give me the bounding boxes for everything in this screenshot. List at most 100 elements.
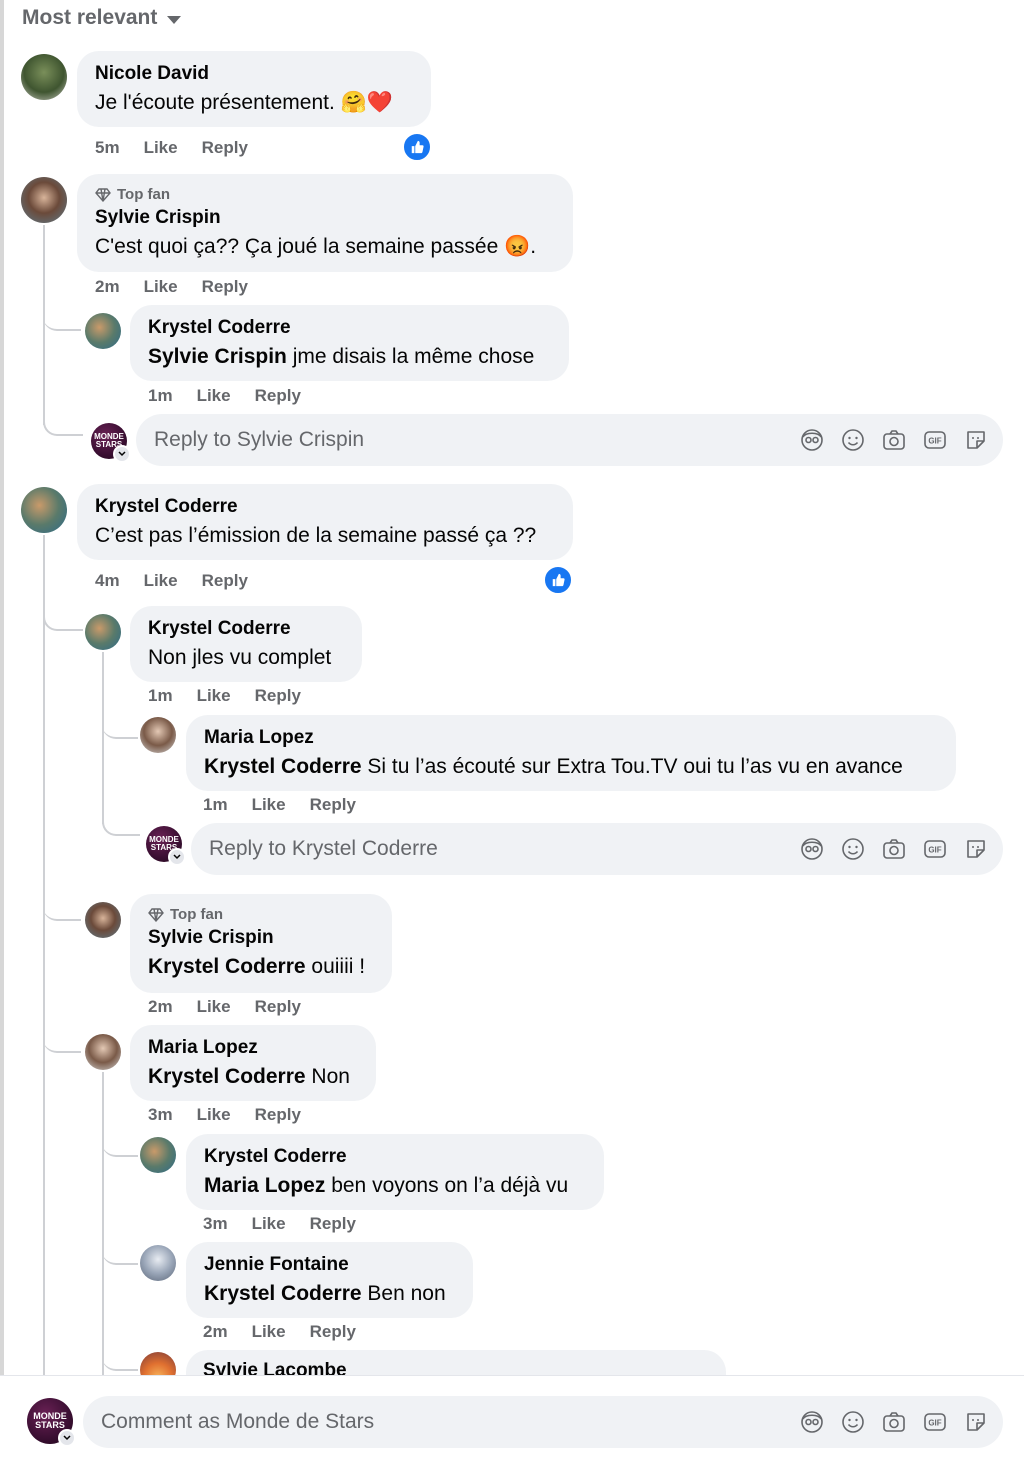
avatar-sticker-icon[interactable] [798,427,825,454]
thread-connector [102,1131,138,1157]
comment-input[interactable]: Comment as Monde de Stars GIF [83,1396,1003,1448]
reply-author[interactable]: Jennie Fontaine [204,1254,455,1276]
camera-icon[interactable] [880,836,907,863]
reply-author[interactable]: Sylvie Crispin [148,927,374,949]
mention-link[interactable]: Krystel Coderre [148,955,306,978]
reply-time[interactable]: 2m [148,997,173,1017]
reply-bubble: Top fan Sylvie Crispin Krystel Coderre o… [130,894,392,993]
thread-connector [43,895,81,921]
avatar[interactable] [85,614,121,650]
scroll-edge [0,0,4,1375]
gif-icon[interactable]: GIF [921,1409,948,1436]
like-button[interactable]: Like [144,571,178,591]
reply-bubble: Maria Lopez Krystel Coderre Si tu l’as é… [186,715,956,791]
reply-text: Maria Lopez ben voyons on l’a déjà vu [204,1174,586,1198]
like-button[interactable]: Like [197,386,231,406]
avatar[interactable] [21,487,67,533]
emoji-icon[interactable] [839,836,866,863]
sticker-icon[interactable] [962,836,989,863]
reply-time[interactable]: 3m [203,1214,228,1234]
avatar[interactable] [21,54,67,100]
reply-time[interactable]: 1m [148,686,173,706]
sticker-icon[interactable] [962,1409,989,1436]
mention-link[interactable]: Sylvie Crispin [148,345,287,368]
chevron-down-icon[interactable] [168,848,186,866]
reply-time[interactable]: 1m [148,386,173,406]
chevron-down-icon[interactable] [58,1429,76,1447]
reply-bubble: Krystel Coderre Maria Lopez ben voyons o… [186,1134,604,1210]
thread-connector [43,605,83,631]
avatar[interactable] [85,313,121,349]
thread-connector [43,1027,81,1053]
avatar[interactable] [85,1034,121,1070]
reply-author[interactable]: Maria Lopez [148,1037,358,1059]
sort-label: Most relevant [22,6,158,29]
reply-meta: 1m Like Reply [203,795,356,815]
reply-author[interactable]: Sylvie Lacombe [203,1360,347,1375]
reply-time[interactable]: 3m [148,1105,173,1125]
reply-button[interactable]: Reply [202,138,248,158]
reply-button[interactable]: Reply [255,386,301,406]
reply-input[interactable]: Reply to Krystel Coderre GIF [191,823,1003,875]
reply-author[interactable]: Maria Lopez [204,727,938,749]
like-button[interactable]: Like [197,686,231,706]
reply-input-placeholder: Reply to Krystel Coderre [209,837,438,860]
avatar[interactable] [140,1137,176,1173]
reply-meta: 1m Like Reply [148,386,301,406]
reply-button[interactable]: Reply [255,686,301,706]
comment-author[interactable]: Sylvie Crispin [95,207,555,229]
reply-button[interactable]: Reply [255,997,301,1017]
like-button[interactable]: Like [252,795,286,815]
camera-icon[interactable] [880,1409,907,1436]
avatar-sticker-icon[interactable] [798,836,825,863]
mention-link[interactable]: Krystel Coderre [204,1282,362,1305]
like-reaction-icon[interactable] [543,565,573,595]
reply-time[interactable]: 2m [203,1322,228,1342]
reply-author[interactable]: Krystel Coderre [148,618,344,640]
like-button[interactable]: Like [252,1322,286,1342]
avatar[interactable] [140,1245,176,1281]
emoji-icon[interactable] [839,1409,866,1436]
avatar[interactable] [85,902,121,938]
sort-dropdown[interactable]: Most relevant [22,6,182,30]
comment-author[interactable]: Krystel Coderre [95,496,555,518]
like-button[interactable]: Like [144,138,178,158]
top-fan-badge: Top fan [95,186,555,203]
comment-time[interactable]: 5m [95,138,120,158]
sticker-icon[interactable] [962,427,989,454]
like-reaction-icon[interactable] [402,132,432,162]
emoji-icon[interactable] [839,427,866,454]
reply-input[interactable]: Reply to Sylvie Crispin GIF [136,414,1003,466]
like-button[interactable]: Like [197,997,231,1017]
like-button[interactable]: Like [252,1214,286,1234]
reply-button[interactable]: Reply [310,1322,356,1342]
reply-author[interactable]: Krystel Coderre [204,1146,586,1168]
comment-time[interactable]: 2m [95,277,120,297]
reply-bubble: Krystel Coderre Non jles vu complet [130,606,362,682]
reply-button[interactable]: Reply [255,1105,301,1125]
reply-author[interactable]: Krystel Coderre [148,317,551,339]
mention-link[interactable]: Krystel Coderre [204,755,362,778]
avatar-sticker-icon[interactable] [798,1409,825,1436]
reply-time[interactable]: 1m [203,795,228,815]
avatar[interactable] [21,177,67,223]
like-button[interactable]: Like [144,277,178,297]
camera-icon[interactable] [880,427,907,454]
thread-connector [102,713,138,739]
reply-button[interactable]: Reply [202,277,248,297]
comment-author[interactable]: Nicole David [95,63,413,85]
top-fan-label: Top fan [117,186,171,203]
gif-icon[interactable]: GIF [921,836,948,863]
reply-button[interactable]: Reply [202,571,248,591]
comment-text: C'est quoi ça?? Ça joué la semaine passé… [95,235,537,258]
gif-icon[interactable]: GIF [921,427,948,454]
reply-meta: 2m Like Reply [148,997,301,1017]
reply-button[interactable]: Reply [310,1214,356,1234]
reply-button[interactable]: Reply [310,795,356,815]
chevron-down-icon[interactable] [113,445,131,463]
comment-time[interactable]: 4m [95,571,120,591]
mention-link[interactable]: Krystel Coderre [148,1065,306,1088]
mention-link[interactable]: Maria Lopez [204,1174,325,1197]
like-button[interactable]: Like [197,1105,231,1125]
avatar[interactable] [140,717,176,753]
